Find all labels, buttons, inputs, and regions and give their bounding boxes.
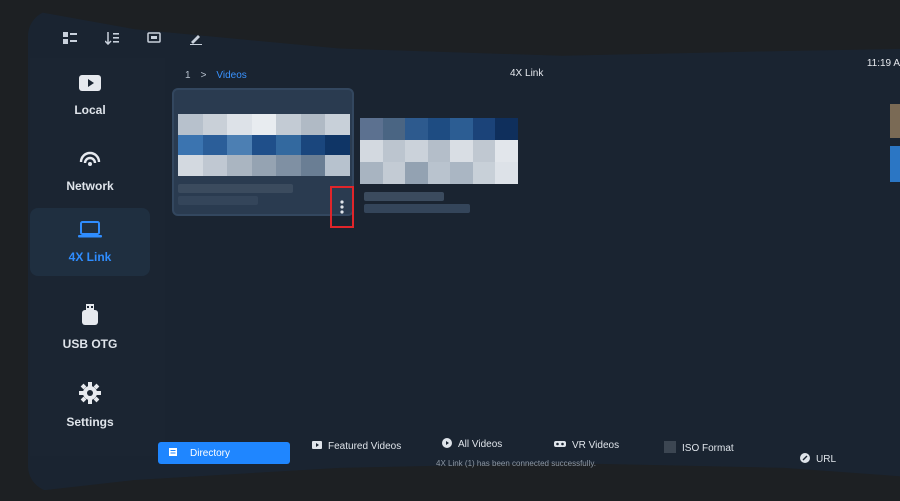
play-folder-icon: [79, 74, 101, 97]
video-card[interactable]: [360, 108, 518, 218]
tab-iso-format[interactable]: ISO Format: [664, 441, 734, 456]
tab-url[interactable]: URL: [800, 453, 836, 466]
grid-list-icon[interactable]: [60, 28, 80, 48]
gear-icon: [79, 381, 101, 409]
status-message: 4X Link (1) has been connected successfu…: [436, 459, 596, 468]
tab-all-videos[interactable]: All Videos: [442, 438, 502, 451]
tab-label: Featured Videos: [328, 441, 402, 452]
tab-label: All Videos: [458, 439, 503, 450]
video-meta-blurred: [178, 196, 258, 205]
sort-icon[interactable]: [102, 28, 122, 48]
sidebar-item-label: Network: [66, 178, 114, 193]
screen-icon[interactable]: [144, 28, 164, 48]
sidebar-item-label: Local: [74, 102, 106, 117]
breadcrumb: 1 > Videos: [185, 70, 247, 81]
video-meta-blurred: [364, 204, 470, 213]
video-thumbnail: [360, 118, 518, 184]
network-icon: [79, 150, 101, 173]
breadcrumb-separator: >: [200, 70, 207, 81]
sidebar-item-local[interactable]: Local: [30, 62, 150, 128]
video-card[interactable]: [172, 88, 354, 216]
laptop-icon: [78, 220, 102, 244]
sidebar-item-network[interactable]: Network: [30, 138, 150, 204]
breadcrumb-root[interactable]: 1: [185, 70, 191, 81]
more-options-button[interactable]: [330, 186, 354, 228]
all-videos-icon: [442, 438, 452, 451]
clock: 11:19 A: [866, 58, 900, 69]
sidebar-item-label: Settings: [66, 414, 114, 429]
tab-directory[interactable]: Directory: [158, 442, 290, 464]
edge-thumbnail: [890, 104, 900, 138]
sidebar-item-usb-otg[interactable]: USB OTG: [30, 294, 150, 360]
sidebar-item-settings[interactable]: Settings: [30, 372, 150, 438]
video-title-blurred: [364, 192, 444, 201]
tab-label: VR Videos: [572, 440, 620, 451]
sidebar-item-label: 4X Link: [68, 249, 112, 264]
featured-icon: [312, 440, 322, 453]
usb-icon: [80, 303, 100, 331]
edit-icon[interactable]: [186, 28, 206, 48]
tab-vr-videos[interactable]: VR Videos: [554, 439, 619, 452]
sidebar-item-label: USB OTG: [62, 336, 118, 351]
video-thumbnail: [178, 114, 350, 176]
bottom-tab-bar: Directory Featured Videos All Videos VR …: [150, 436, 880, 476]
url-icon: [800, 453, 810, 466]
directory-icon: [168, 447, 178, 460]
tab-label: URL: [816, 454, 837, 465]
iso-icon: [664, 441, 676, 456]
vr-icon: [554, 439, 566, 452]
vr-screen: Local Network 4X Link USB OTG Settings 1…: [0, 0, 900, 501]
top-toolbar: [34, 18, 244, 58]
tab-label: ISO Format: [682, 443, 734, 454]
tab-featured-videos[interactable]: Featured Videos: [312, 440, 401, 453]
video-title-blurred: [178, 184, 293, 193]
breadcrumb-current: Videos: [216, 70, 247, 81]
tab-label: Directory: [190, 447, 231, 459]
sidebar: Local Network 4X Link USB OTG Settings: [30, 58, 165, 456]
page-title: 4X Link: [510, 68, 544, 79]
sidebar-item-4x-link[interactable]: 4X Link: [30, 208, 150, 276]
edge-thumbnail: [890, 146, 900, 182]
